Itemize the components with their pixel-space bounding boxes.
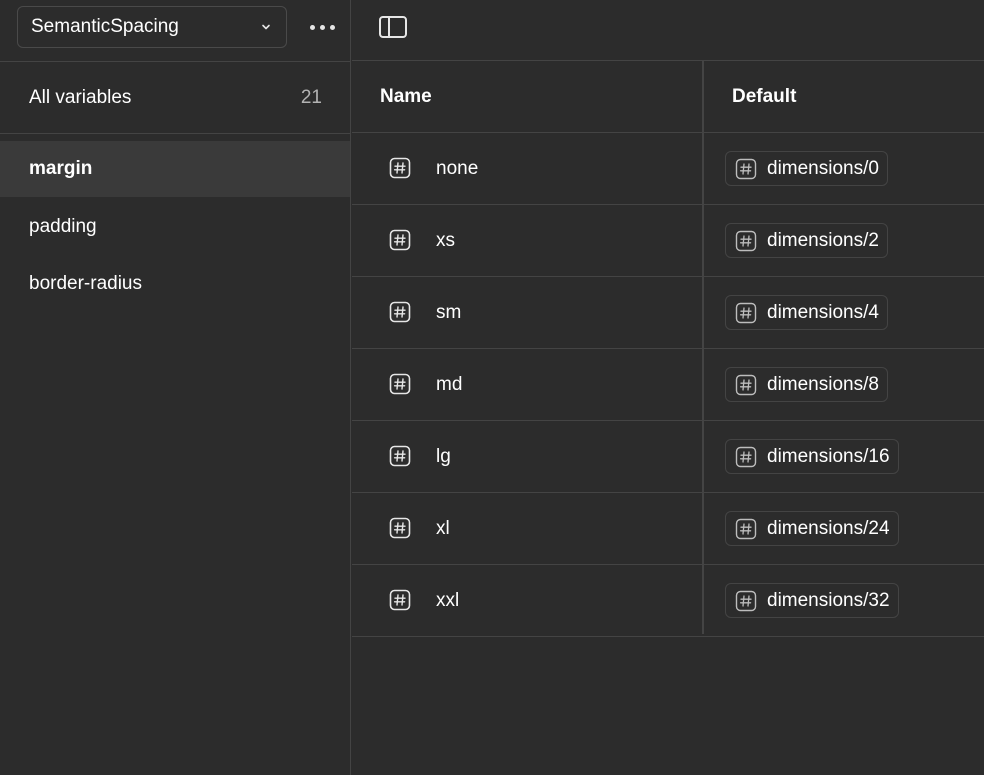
sidebar: SemanticSpacing All variables 21 margin … xyxy=(0,0,351,775)
number-variable-icon xyxy=(389,229,411,251)
default-value-text: dimensions/8 xyxy=(767,373,879,395)
number-alias-icon xyxy=(735,158,757,179)
sidebar-item-label: padding xyxy=(29,216,97,237)
default-value-text: dimensions/2 xyxy=(767,229,879,251)
sidebar-item-padding[interactable]: padding xyxy=(0,199,350,255)
more-icon xyxy=(307,24,337,30)
table-row[interactable]: xs dimensions/2 xyxy=(352,205,984,277)
column-header-name[interactable]: Name xyxy=(380,61,432,132)
column-header-default[interactable]: Default xyxy=(732,61,796,132)
toolbar xyxy=(352,0,984,61)
number-variable-icon xyxy=(389,373,411,395)
collection-dropdown[interactable]: SemanticSpacing xyxy=(17,6,287,48)
number-alias-icon xyxy=(735,230,757,251)
variable-name[interactable]: sm xyxy=(436,277,461,348)
table-row[interactable]: xxl dimensions/32 xyxy=(352,565,984,637)
default-value-text: dimensions/0 xyxy=(767,157,879,179)
variables-panel: SemanticSpacing All variables 21 margin … xyxy=(0,0,984,775)
default-value-chip[interactable]: dimensions/32 xyxy=(725,583,899,618)
variables-table-area: Name Default none dimensions/0 xs dimension… xyxy=(352,0,984,775)
default-value-chip[interactable]: dimensions/24 xyxy=(725,511,899,546)
toggle-sidebar-button[interactable] xyxy=(378,14,410,42)
default-value-text: dimensions/4 xyxy=(767,301,879,323)
chevron-down-icon xyxy=(262,24,270,30)
number-variable-icon xyxy=(389,157,411,179)
table-header: Name Default xyxy=(352,61,984,133)
default-value-chip[interactable]: dimensions/8 xyxy=(725,367,888,402)
column-divider[interactable] xyxy=(702,61,704,634)
more-options-button[interactable] xyxy=(300,10,344,44)
default-value-chip[interactable]: dimensions/4 xyxy=(725,295,888,330)
sidebar-item-margin[interactable]: margin xyxy=(0,141,350,197)
number-variable-icon xyxy=(389,445,411,467)
number-alias-icon xyxy=(735,374,757,395)
number-alias-icon xyxy=(735,446,757,467)
number-variable-icon xyxy=(389,589,411,611)
sidebar-item-label: border-radius xyxy=(29,273,142,294)
default-value-text: dimensions/32 xyxy=(767,589,890,611)
table-row[interactable]: xl dimensions/24 xyxy=(352,493,984,565)
default-value-chip[interactable]: dimensions/0 xyxy=(725,151,888,186)
sidebar-panel-icon xyxy=(379,16,407,38)
number-alias-icon xyxy=(735,518,757,539)
default-value-chip[interactable]: dimensions/16 xyxy=(725,439,899,474)
collection-name: SemanticSpacing xyxy=(31,16,179,37)
variable-name[interactable]: xl xyxy=(436,493,450,564)
variable-name[interactable]: md xyxy=(436,349,462,420)
table-row[interactable]: lg dimensions/16 xyxy=(352,421,984,493)
table-row[interactable]: none dimensions/0 xyxy=(352,133,984,205)
variable-count: 21 xyxy=(300,86,322,108)
number-variable-icon xyxy=(389,517,411,539)
default-value-text: dimensions/16 xyxy=(767,445,890,467)
variable-name[interactable]: xxl xyxy=(436,565,459,636)
table-row[interactable]: sm dimensions/4 xyxy=(352,277,984,349)
all-variables-label: All variables xyxy=(29,86,132,108)
default-value-text: dimensions/24 xyxy=(767,517,890,539)
variable-name[interactable]: none xyxy=(436,133,478,204)
default-value-chip[interactable]: dimensions/2 xyxy=(725,223,888,258)
table-row[interactable]: md dimensions/8 xyxy=(352,349,984,421)
divider xyxy=(0,133,351,134)
variable-name[interactable]: lg xyxy=(436,421,451,492)
sidebar-item-border-radius[interactable]: border-radius xyxy=(0,256,350,312)
variable-name[interactable]: xs xyxy=(436,205,455,276)
number-variable-icon xyxy=(389,301,411,323)
sidebar-item-label: margin xyxy=(29,158,93,179)
number-alias-icon xyxy=(735,302,757,323)
number-alias-icon xyxy=(735,590,757,611)
all-variables-item[interactable]: All variables 21 xyxy=(0,62,351,133)
